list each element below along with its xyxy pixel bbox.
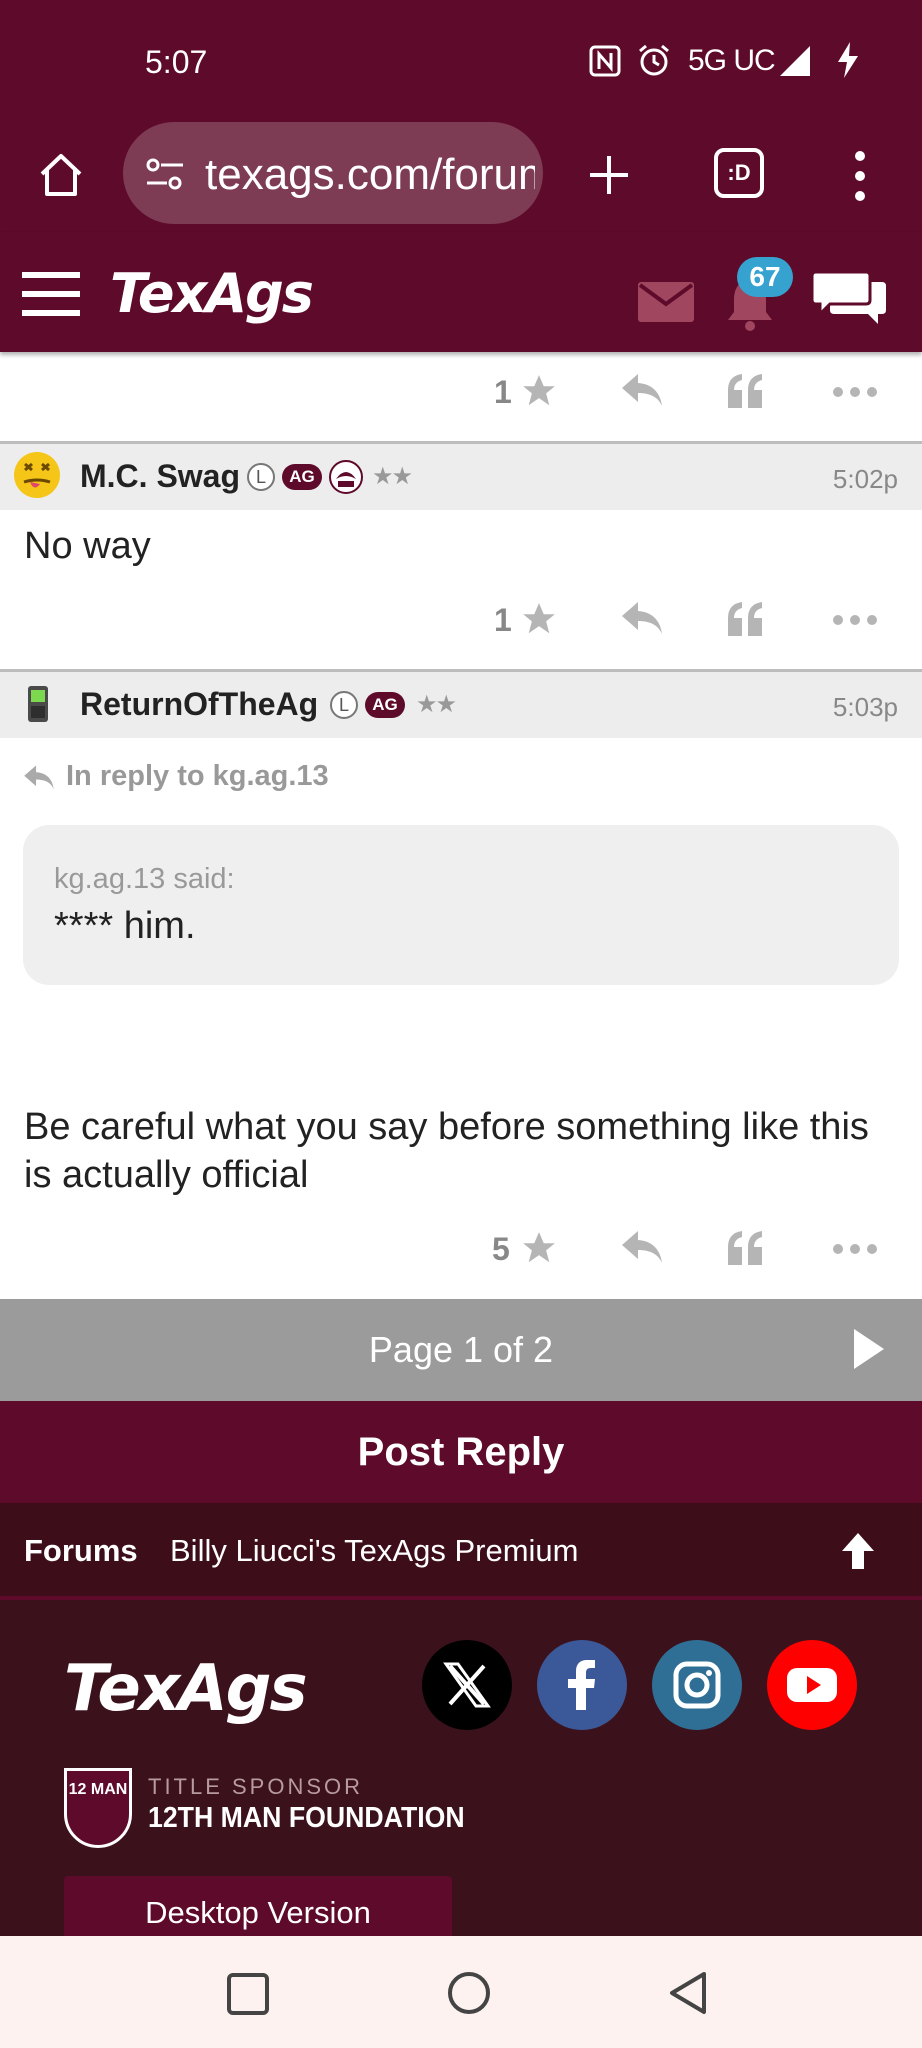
facebook-icon <box>568 1660 595 1710</box>
more-options-icon[interactable] <box>832 614 878 626</box>
instagram-button[interactable] <box>652 1640 742 1730</box>
rank-stars: ★★ <box>372 463 413 490</box>
username[interactable]: ReturnOfTheAg <box>80 686 318 723</box>
post-time: 5:02p <box>832 464 898 494</box>
team-badge-icon <box>329 460 363 494</box>
site-header: TexAgs 67 <box>0 232 922 352</box>
username[interactable]: M.C. Swag <box>80 458 240 495</box>
post-actions: 1 <box>0 580 922 660</box>
quote-icon[interactable] <box>726 372 766 410</box>
signal-icon <box>780 46 810 76</box>
x-icon <box>443 1662 491 1708</box>
quote-icon[interactable] <box>726 1229 766 1267</box>
rank-stars: ★★ <box>416 691 457 718</box>
badge-l: L <box>247 463 275 491</box>
quote-icon[interactable] <box>726 600 766 638</box>
tab-switcher-button[interactable]: :D <box>714 148 764 198</box>
footer-logo[interactable]: TexAgs <box>64 1652 308 1726</box>
post-actions: 1 <box>0 352 922 432</box>
next-page-icon[interactable] <box>852 1327 886 1371</box>
status-bar: 5:07 5G UC <box>0 0 922 120</box>
more-options-icon[interactable] <box>832 1243 878 1255</box>
url-text: texags.com/forums <box>205 150 535 199</box>
star-icon[interactable] <box>520 372 558 410</box>
scroll-top-icon[interactable] <box>840 1531 876 1571</box>
post-actions: 5 <box>0 1209 922 1289</box>
reply-icon[interactable] <box>620 372 664 410</box>
post-body: No way <box>24 525 151 567</box>
quote-text: **** him. <box>54 905 196 947</box>
badge-l: L <box>330 691 358 719</box>
post-header: ReturnOfTheAg L AG ★★ 5:03p <box>0 672 922 738</box>
sponsor-name[interactable]: 12TH MAN FOUNDATION <box>148 1802 465 1835</box>
x-social-button[interactable] <box>422 1640 512 1730</box>
breadcrumb-board[interactable]: Billy Liucci's TexAgs Premium <box>170 1533 578 1569</box>
nfc-icon <box>589 45 621 77</box>
pagination-bar: Page 1 of 2 <box>0 1299 922 1401</box>
url-bar[interactable]: texags.com/forums <box>123 122 543 224</box>
network-type: 5G UC <box>688 44 776 77</box>
avatar[interactable] <box>26 684 50 724</box>
desktop-version-button[interactable]: Desktop Version <box>64 1876 452 1940</box>
reply-icon[interactable] <box>620 600 664 638</box>
post-body: Be careful what you say before something… <box>24 1106 869 1196</box>
more-menu-icon[interactable] <box>840 148 880 204</box>
browser-toolbar: texags.com/forums :D <box>0 120 922 232</box>
notification-badge: 67 <box>737 257 793 297</box>
facebook-button[interactable] <box>537 1640 627 1730</box>
quote-author: kg.ag.13 said: <box>54 863 235 895</box>
reply-icon[interactable] <box>620 1229 664 1267</box>
system-nav-bar <box>0 1936 922 2048</box>
recents-icon[interactable] <box>226 1972 270 2016</box>
post-header: M.C. Swag L AG ★★ 5:02p <box>0 444 922 510</box>
breadcrumb-forums[interactable]: Forums <box>24 1533 138 1569</box>
badge-ag: AG <box>282 464 322 490</box>
home-icon[interactable] <box>36 150 86 200</box>
chat-icon[interactable] <box>812 268 888 328</box>
alarm-icon <box>639 44 669 76</box>
back-icon[interactable] <box>666 1970 710 2016</box>
avatar[interactable] <box>12 450 62 500</box>
home-nav-icon[interactable] <box>446 1970 492 2016</box>
site-settings-icon[interactable] <box>145 156 185 192</box>
new-tab-icon[interactable] <box>584 150 634 200</box>
breadcrumb: Forums Billy Liucci's TexAgs Premium <box>0 1503 922 1596</box>
quote-box: kg.ag.13 said: **** him. <box>23 825 899 985</box>
sponsor-emblem: 12 MAN <box>64 1768 132 1848</box>
post-time: 5:03p <box>832 692 898 722</box>
status-time: 5:07 <box>145 44 208 80</box>
youtube-button[interactable] <box>767 1640 857 1730</box>
star-icon[interactable] <box>520 600 558 638</box>
star-icon[interactable] <box>520 1229 558 1267</box>
sponsor-label: TITLE SPONSOR <box>148 1774 364 1799</box>
star-count: 1 <box>494 374 512 410</box>
instagram-icon <box>673 1661 721 1709</box>
youtube-icon <box>787 1668 837 1702</box>
more-options-icon[interactable] <box>832 386 878 398</box>
footer: TexAgs 12 MAN TITLE SPONSOR 12TH MAN FOU… <box>0 1596 922 1940</box>
post-reply-button[interactable]: Post Reply <box>0 1401 922 1503</box>
star-count: 5 <box>492 1231 510 1267</box>
site-logo[interactable]: TexAgs <box>110 262 314 325</box>
hamburger-menu-icon[interactable] <box>22 272 80 316</box>
badge-ag: AG <box>365 692 405 718</box>
reply-to-link[interactable]: In reply to kg.ag.13 <box>66 760 329 793</box>
star-count: 1 <box>494 602 512 638</box>
reply-arrow-icon <box>24 765 54 790</box>
page-label: Page 1 of 2 <box>368 1329 554 1370</box>
mail-icon[interactable] <box>638 282 694 322</box>
charging-icon <box>838 42 858 78</box>
